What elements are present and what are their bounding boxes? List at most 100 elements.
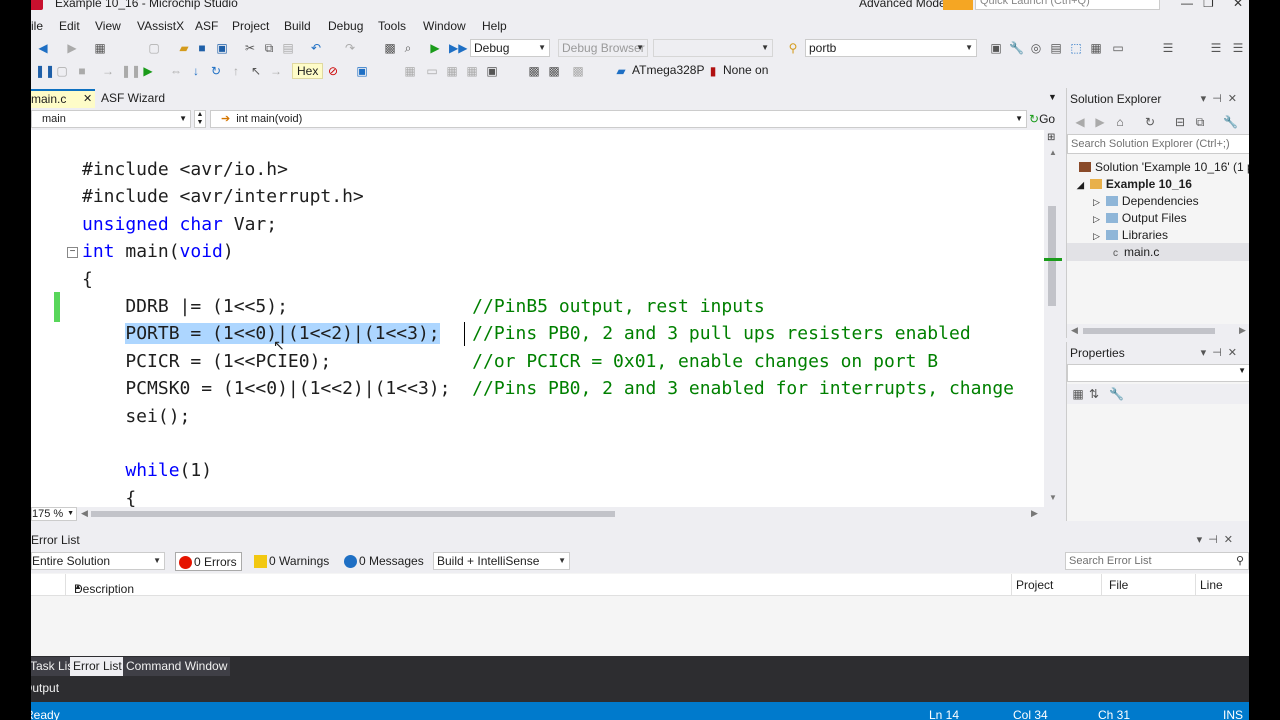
go-button[interactable]: ↻Go <box>1029 112 1055 126</box>
close-tab-icon[interactable]: ✕ <box>83 91 92 107</box>
tool-label[interactable]: None on <box>723 63 768 77</box>
find-in-files-icon[interactable]: ⌕ <box>401 41 415 55</box>
save-icon[interactable]: ■ <box>195 41 209 55</box>
code-line[interactable]: while(1) <box>82 460 212 481</box>
tab-output[interactable]: Output <box>31 681 59 695</box>
panel-buttons-icon[interactable]: ▾⊣✕ <box>1201 88 1243 110</box>
panel-buttons-icon[interactable]: ▾⊣✕ <box>1197 530 1239 550</box>
error-search-input[interactable]: Search Error List ⚲ <box>1065 552 1249 570</box>
menu-debug[interactable]: Debug <box>328 19 363 33</box>
menu-build[interactable]: Build <box>284 19 311 33</box>
breakpoints-icon[interactable]: ▣ <box>355 64 369 78</box>
collapsed-arrow-icon[interactable]: ▷ <box>1093 231 1100 241</box>
sol-scroll-right-icon[interactable]: ▶ <box>1239 325 1246 336</box>
tab-main-c[interactable]: main.c ✕ <box>31 89 95 108</box>
horizontal-scroll-thumb[interactable] <box>91 511 615 517</box>
start-without-debugging-icon[interactable]: ▶▶ <box>449 41 467 55</box>
stop-icon[interactable]: ■ <box>75 64 89 78</box>
locals-icon[interactable]: ▭ <box>425 64 439 78</box>
sol-forward-icon[interactable]: ▶ <box>1093 115 1107 129</box>
menu-file[interactable]: ile <box>31 19 43 33</box>
menu-edit[interactable]: Edit <box>59 19 80 33</box>
properties-wrench-icon[interactable]: 🔧 <box>1223 115 1238 129</box>
disassembly-icon[interactable]: ▣ <box>485 64 499 78</box>
minimize-icon[interactable]: — <box>1181 0 1193 10</box>
vertical-scroll-thumb[interactable] <box>1048 206 1056 306</box>
column-project[interactable]: Project <box>1016 578 1053 592</box>
editor-vertical-scrollbar[interactable]: ⊞ ▲ ▼ <box>1044 130 1062 507</box>
advanced-mode-label[interactable]: Advanced Mode <box>859 0 946 10</box>
memory-view-icon[interactable]: ▩ <box>571 64 585 78</box>
cut-icon[interactable]: ✂ <box>243 41 257 55</box>
find-value-select[interactable]: portb ▼ <box>805 39 977 57</box>
scroll-left-icon[interactable]: ◀ <box>81 508 88 519</box>
sync-icon[interactable]: ↻ <box>1143 115 1157 129</box>
platform-select[interactable]: ▼ <box>653 39 773 57</box>
tree-solution[interactable]: Solution 'Example 10_16' (1 project) <box>1079 160 1249 174</box>
tree-libraries[interactable]: ▷ Libraries <box>1093 228 1168 242</box>
code-editor[interactable]: − #include <avr/io.h> #include <avr/inter… <box>31 130 1062 507</box>
data-visualizer-icon[interactable]: ◎ <box>1029 41 1043 55</box>
device-label[interactable]: ATmega328P <box>632 63 705 77</box>
io-view-icon[interactable]: ▩ <box>527 64 541 78</box>
errors-filter-button[interactable]: 0 Errors <box>175 552 242 571</box>
forward-icon[interactable]: ▶ <box>65 41 79 55</box>
tab-command-window[interactable]: Command Window <box>123 657 231 676</box>
sol-scroll-thumb[interactable] <box>1083 328 1215 334</box>
menu-project[interactable]: Project <box>232 19 269 33</box>
tab-overflow-icon[interactable]: ▼ <box>1048 92 1057 102</box>
home-icon[interactable]: ⌂ <box>1113 115 1127 129</box>
alphabetical-icon[interactable]: ⇅ <box>1087 387 1101 401</box>
error-scope-select[interactable]: Entire Solution ▼ <box>31 552 165 570</box>
tree-dependencies[interactable]: ▷ Dependencies <box>1093 194 1199 208</box>
split-icon[interactable]: ⊞ <box>1047 132 1055 143</box>
sol-scroll-left-icon[interactable]: ◀ <box>1071 325 1078 336</box>
sol-back-icon[interactable]: ◀ <box>1073 115 1087 129</box>
scope-select[interactable]: main ▼ <box>31 110 191 128</box>
code-line[interactable]: unsigned char Var; <box>82 214 277 235</box>
menu-tools[interactable]: Tools <box>378 19 406 33</box>
code-line[interactable]: int main(void) <box>82 241 234 262</box>
scroll-right-icon[interactable]: ▶ <box>1031 508 1038 519</box>
processor-view-icon[interactable]: ▩ <box>547 64 561 78</box>
code-line[interactable]: PCICR = (1<<PCIE0); //or PCICR = 0x01, e… <box>82 351 938 372</box>
step-out-icon[interactable]: ↑ <box>229 64 243 78</box>
code-line[interactable]: PORTB = (1<<0)|(1<<2)|(1<<3); //Pins PB0… <box>82 323 971 345</box>
back-icon[interactable]: ◀ <box>36 41 50 55</box>
paste-icon[interactable]: ▤ <box>281 41 295 55</box>
feedback-icon[interactable] <box>943 0 973 10</box>
device-programming-icon[interactable]: ▣ <box>989 41 1003 55</box>
watch-icon[interactable]: ▦ <box>403 64 417 78</box>
solution-hscrollbar[interactable]: ◀ ▶ <box>1067 324 1249 338</box>
continue-icon[interactable]: ▶ <box>141 64 155 78</box>
save-all-icon[interactable]: ▣ <box>215 41 229 55</box>
scroll-down-icon[interactable]: ▼ <box>1049 493 1057 502</box>
terminal-icon[interactable]: ▭ <box>1111 41 1125 55</box>
redo-icon[interactable]: ↷ <box>343 41 357 55</box>
show-all-files-icon[interactable]: ⧉ <box>1193 115 1207 129</box>
callstack-icon[interactable]: ▦ <box>465 64 479 78</box>
categorized-icon[interactable]: ▦ <box>1071 387 1085 401</box>
tree-main-c[interactable]: c main.c <box>1067 243 1249 261</box>
show-next-statement-icon[interactable]: ⇔ <box>169 64 183 78</box>
code-line[interactable]: { <box>82 269 93 290</box>
menu-view[interactable]: View <box>95 19 121 33</box>
menu-vassistx[interactable]: VAssistX <box>137 19 184 33</box>
code-line[interactable]: #include <avr/interrupt.h> <box>82 186 364 207</box>
collapse-all-icon[interactable]: ⊟ <box>1173 115 1187 129</box>
collapse-main-icon[interactable]: − <box>67 247 78 258</box>
build-icon[interactable]: ▩ <box>383 41 397 55</box>
tools-icon[interactable]: 🔧 <box>1009 41 1024 55</box>
menu-window[interactable]: Window <box>423 19 466 33</box>
collapsed-arrow-icon[interactable]: ▷ <box>1093 197 1100 207</box>
memory-icon[interactable]: ▤ <box>1049 41 1063 55</box>
open-file-icon[interactable]: ▰ <box>177 41 191 55</box>
property-pages-icon[interactable]: 🔧 <box>1109 387 1124 401</box>
tab-asf-wizard[interactable]: ASF Wizard <box>101 90 165 106</box>
registers-icon[interactable]: ▦ <box>1089 41 1103 55</box>
hex-toggle[interactable]: Hex <box>292 63 324 79</box>
warnings-filter-button[interactable]: 0 Warnings <box>251 552 329 571</box>
panel-buttons-icon[interactable]: ▾⊣✕ <box>1201 342 1243 364</box>
copy-icon[interactable]: ⧉ <box>262 41 276 55</box>
messages-filter-button[interactable]: 0 Messages <box>341 552 424 571</box>
